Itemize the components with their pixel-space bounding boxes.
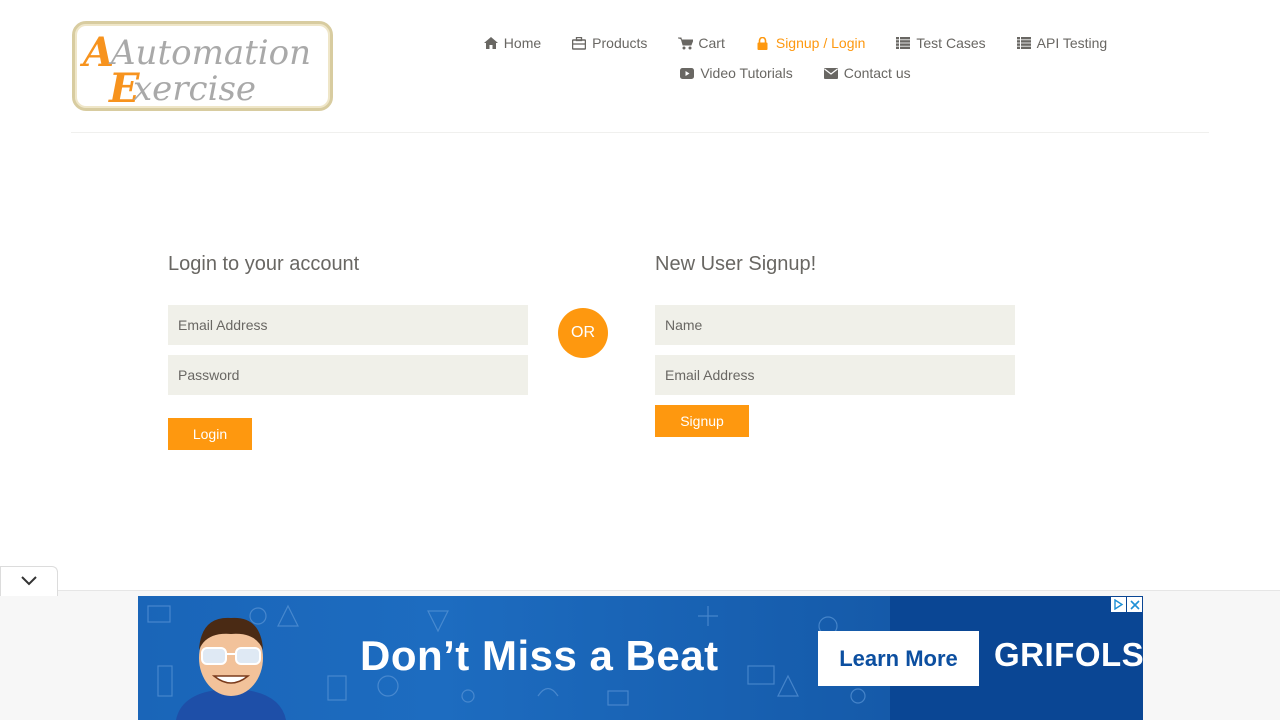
nav-api-testing-label: API Testing: [1036, 35, 1108, 51]
briefcase-icon: [571, 36, 587, 50]
nav-test-cases[interactable]: Test Cases: [895, 35, 986, 51]
header-divider: [71, 132, 1209, 133]
nav-cart[interactable]: Cart: [677, 35, 725, 51]
site-header: A Automation E xercise Home Products Car…: [0, 0, 1280, 133]
list-icon: [895, 36, 911, 50]
youtube-play-icon: [679, 66, 695, 80]
nav-contact-us[interactable]: Contact us: [823, 65, 911, 81]
chevron-down-icon: [21, 573, 37, 591]
envelope-icon: [823, 66, 839, 80]
signup-name-input[interactable]: [655, 305, 1015, 345]
nav-api-testing[interactable]: API Testing: [1016, 35, 1108, 51]
nav-cart-label: Cart: [698, 35, 725, 51]
nav-video-tutorials[interactable]: Video Tutorials: [679, 65, 793, 81]
ad-learn-more-button[interactable]: Learn More: [818, 631, 979, 686]
nav-signup-login[interactable]: Signup / Login: [755, 35, 866, 51]
nav-products-label: Products: [592, 35, 648, 51]
adchoices-icon[interactable]: [1111, 597, 1126, 612]
ad-banner[interactable]: Don’t Miss a Beat Learn More GRIFOLS: [138, 596, 1143, 720]
login-email-input[interactable]: [168, 305, 528, 345]
home-icon: [483, 36, 499, 50]
nav-contact-us-label: Contact us: [843, 65, 911, 81]
nav-test-cases-label: Test Cases: [916, 35, 986, 51]
nav-signup-login-label: Signup / Login: [775, 35, 866, 51]
nav-home-label: Home: [503, 35, 542, 51]
nav-home[interactable]: Home: [483, 35, 541, 51]
nav-products[interactable]: Products: [571, 35, 647, 51]
logo-graphic: A Automation E xercise: [79, 29, 311, 108]
signup-button[interactable]: Signup: [655, 405, 749, 437]
nav-row-2: Video Tutorials Contact us: [470, 58, 1120, 88]
list-icon: [1016, 36, 1032, 50]
ad-brand-name: GRIFOLS: [994, 636, 1143, 673]
lock-icon: [755, 36, 771, 50]
ad-collapse-toggle[interactable]: [0, 566, 58, 596]
ad-person-illustration: [166, 610, 296, 720]
ad-headline: Don’t Miss a Beat: [360, 632, 719, 679]
nav-video-tutorials-label: Video Tutorials: [700, 65, 793, 81]
cart-icon: [677, 36, 693, 50]
logo-line2: xercise: [133, 69, 256, 108]
or-divider: OR: [558, 308, 608, 358]
site-logo[interactable]: A Automation E xercise: [72, 21, 333, 111]
login-button[interactable]: Login: [168, 418, 252, 450]
ad-close-icon[interactable]: [1127, 597, 1142, 612]
main-nav: Home Products Cart Signup / Login Test C…: [470, 28, 1120, 88]
signup-title: New User Signup!: [655, 253, 817, 275]
signup-email-input[interactable]: [655, 355, 1015, 395]
login-password-input[interactable]: [168, 355, 528, 395]
login-title: Login to your account: [168, 253, 360, 275]
nav-row-1: Home Products Cart Signup / Login Test C…: [470, 28, 1120, 58]
